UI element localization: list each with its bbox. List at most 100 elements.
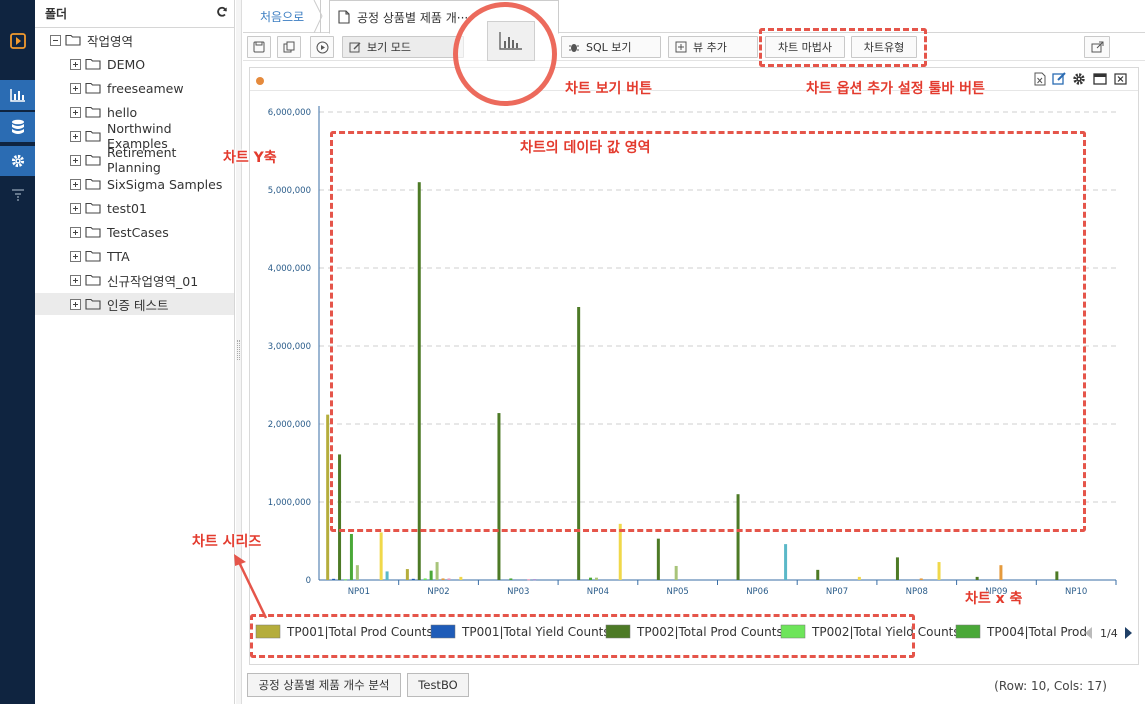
view-mode-button[interactable]: 보기 모드 xyxy=(342,36,464,58)
tree-folder-item[interactable]: DEMO xyxy=(35,53,234,75)
x-tick-label: NP04 xyxy=(587,587,609,597)
expand-icon[interactable] xyxy=(70,298,81,310)
add-view-button[interactable]: 뷰 추가 xyxy=(668,36,758,58)
bar xyxy=(589,577,593,580)
tree-folder-item[interactable]: Northwind Examples xyxy=(35,121,234,151)
legend-swatch xyxy=(255,624,281,639)
tree-folder-item[interactable]: Retirement Planning xyxy=(35,145,234,175)
collapse-icon[interactable] xyxy=(50,34,61,46)
expand-icon[interactable] xyxy=(70,178,81,190)
bar xyxy=(533,579,537,581)
tree-item-label: hello xyxy=(107,104,138,120)
expand-panel-icon[interactable] xyxy=(0,26,35,56)
tree-item-label: SixSigma Samples xyxy=(107,176,223,192)
settings-nav-icon[interactable] xyxy=(0,146,35,176)
tab-home[interactable]: 처음으로 xyxy=(243,0,321,33)
expand-icon[interactable] xyxy=(70,58,81,70)
chart-panel-header xyxy=(250,68,1138,91)
chart-nav-icon[interactable] xyxy=(0,80,35,110)
chart-wizard-button[interactable]: 차트 마법사 xyxy=(765,36,845,58)
bar xyxy=(385,571,389,580)
legend-label: TP002|Total Yield Counts xyxy=(811,625,960,639)
expand-icon[interactable] xyxy=(70,250,81,262)
chart-type-button[interactable]: 차트유형 xyxy=(851,36,917,58)
expand-icon[interactable] xyxy=(70,154,81,166)
bar xyxy=(674,565,678,580)
sql-view-button[interactable]: SQL 보기 xyxy=(561,36,661,58)
folder-icon xyxy=(85,298,101,310)
bar xyxy=(417,182,421,580)
tree-folder-item[interactable]: TTA xyxy=(35,245,234,267)
x-tick-label: NP08 xyxy=(906,587,928,597)
close-icon[interactable] xyxy=(1114,73,1127,88)
bottom-bar: 공정 상품별 제품 개수 분석 TestBO (Row: 10, Cols: 1… xyxy=(243,670,1145,704)
filter-nav-icon[interactable] xyxy=(0,180,35,210)
bar xyxy=(423,578,427,580)
bottom-tab-analysis[interactable]: 공정 상품별 제품 개수 분석 xyxy=(247,673,401,697)
expand-icon[interactable] xyxy=(70,226,81,238)
tab-home-label: 처음으로 xyxy=(260,10,305,24)
folder-panel-header: 폴더 xyxy=(35,0,234,28)
folder-icon xyxy=(85,154,101,166)
bar xyxy=(447,578,451,580)
bar xyxy=(459,576,463,580)
refresh-icon[interactable] xyxy=(216,6,228,21)
database-nav-icon[interactable] xyxy=(0,112,35,142)
bar xyxy=(919,578,923,580)
y-tick-label: 2,000,000 xyxy=(268,420,311,430)
legend-swatch xyxy=(430,624,456,639)
tree-folder-item[interactable]: TestCases xyxy=(35,221,234,243)
copy-button[interactable] xyxy=(277,36,301,58)
tree-folder-item[interactable]: test01 xyxy=(35,197,234,219)
bar xyxy=(332,578,336,580)
tab-separator-icon xyxy=(313,0,323,33)
annotation-y-axis: 차트 Y축 xyxy=(223,150,277,166)
chart-view-button[interactable] xyxy=(487,21,535,61)
legend-page-indicator: 1/4 xyxy=(1100,627,1118,640)
folder-panel: 폴더 작업영역 DEMO freeseamew hello Northwind Exam… xyxy=(35,0,235,704)
folder-icon xyxy=(65,34,81,46)
bar-chart: 0 1,000,000 2,000,000 3,000,000 4,000,000 5,0… xyxy=(255,106,1132,640)
tree-folder-item[interactable]: 신규작업영역_01 xyxy=(35,269,234,291)
annotation-arrow-icon xyxy=(234,554,268,619)
tree-folder-item[interactable]: hello xyxy=(35,101,234,123)
tree-folder-item[interactable]: SixSigma Samples xyxy=(35,173,234,195)
save-button[interactable] xyxy=(247,36,271,58)
maximize-icon[interactable] xyxy=(1093,73,1107,88)
expand-icon[interactable] xyxy=(70,274,81,286)
gear-icon[interactable] xyxy=(1072,72,1086,89)
bar xyxy=(577,307,581,580)
bottom-tab-testbo[interactable]: TestBO xyxy=(407,673,469,697)
expand-icon[interactable] xyxy=(70,106,81,118)
document-icon xyxy=(338,10,350,24)
x-tick-label: NP05 xyxy=(666,587,688,597)
folder-icon xyxy=(85,202,101,214)
tree-folder-item[interactable]: freeseamew xyxy=(35,77,234,99)
tree-item-label: freeseamew xyxy=(107,80,184,96)
chart-type-label: 차트유형 xyxy=(863,41,905,54)
run-button[interactable] xyxy=(310,36,334,58)
bar xyxy=(527,579,531,581)
expand-icon[interactable] xyxy=(70,130,81,142)
tree-root-workspace[interactable]: 작업영역 xyxy=(35,29,234,51)
bar xyxy=(1055,571,1059,580)
bar xyxy=(975,576,979,580)
splitter-grip[interactable] xyxy=(237,340,240,360)
edit-chart-icon[interactable] xyxy=(1052,72,1066,89)
bar xyxy=(411,578,415,580)
annotation-data-area: 차트의 데이타 값 영역 xyxy=(520,140,651,156)
expand-icon[interactable] xyxy=(70,202,81,214)
tree-item-label: test01 xyxy=(107,200,147,216)
x-tick-label: NP03 xyxy=(507,587,529,597)
row-col-status: (Row: 10, Cols: 17) xyxy=(994,679,1107,693)
expand-icon[interactable] xyxy=(70,82,81,94)
excel-export-icon[interactable] xyxy=(1034,72,1046,89)
bar xyxy=(429,570,433,580)
bar xyxy=(509,578,513,580)
tree-folder-item[interactable]: 인증 테스트 xyxy=(35,293,234,315)
legend-label: TP001|Total Yield Counts xyxy=(461,625,610,639)
folder-icon xyxy=(85,58,101,70)
folder-icon xyxy=(85,250,101,262)
x-tick-label: NP07 xyxy=(826,587,848,597)
export-button[interactable] xyxy=(1084,36,1110,58)
